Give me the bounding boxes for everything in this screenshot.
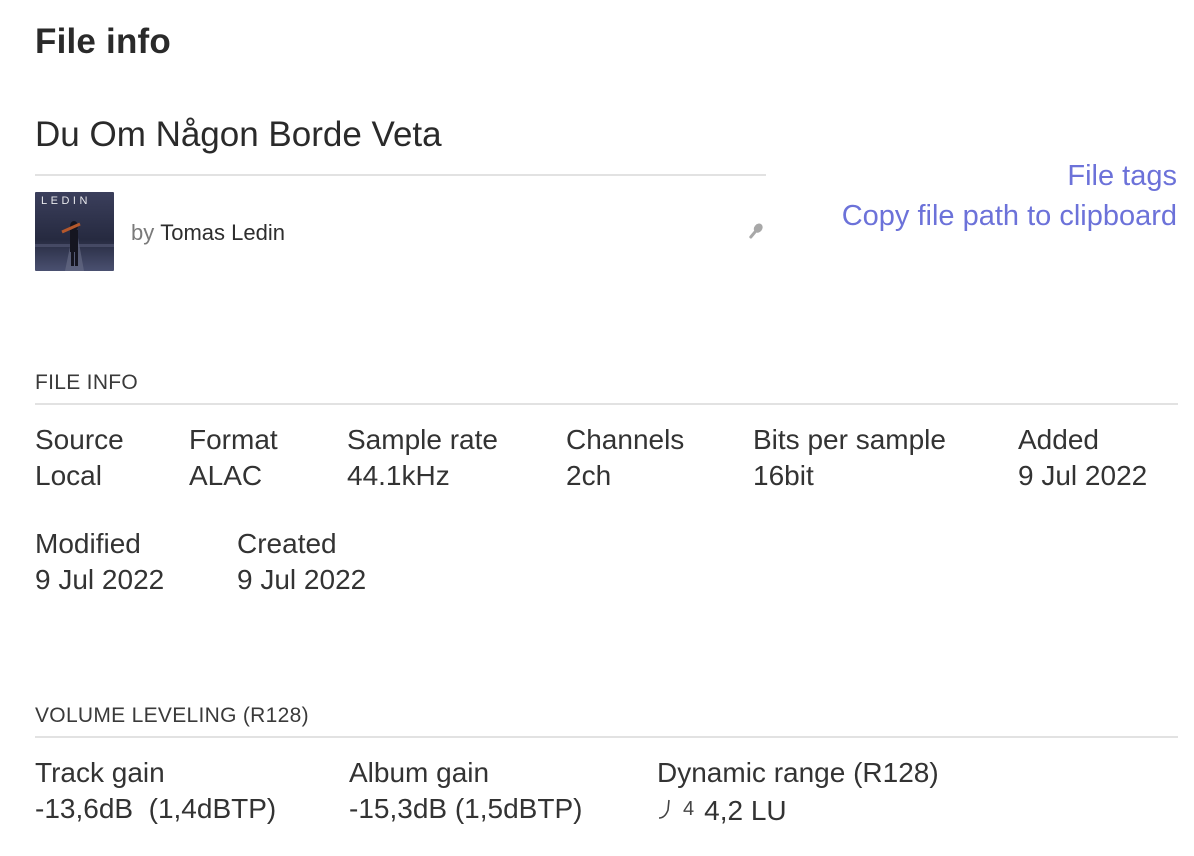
- field-track-gain: Track gain -13,6dB (1,4dBTP): [35, 755, 276, 827]
- dynamic-range-value: 4,2 LU: [704, 795, 787, 826]
- file-info-page: File info Du Om Någon Borde Veta LEDIN b…: [0, 0, 1194, 856]
- field-label: Modified: [35, 528, 141, 559]
- field-value: 44.1kHz: [347, 460, 450, 491]
- field-label: Track gain: [35, 757, 165, 788]
- field-label: Channels: [566, 424, 685, 455]
- cover-text: LEDIN: [41, 195, 91, 207]
- field-bits-per-sample: Bits per sample 16bit: [753, 422, 946, 494]
- field-label: Bits per sample: [753, 424, 946, 455]
- artist-name[interactable]: Tomas Ledin: [160, 220, 285, 245]
- field-source: Source Local: [35, 422, 124, 494]
- dynamic-range-badge-number: 4: [683, 798, 695, 820]
- field-channels: Channels 2ch: [566, 422, 684, 494]
- field-value: -15,3dB (1,5dBTP): [349, 793, 583, 824]
- field-label: Sample rate: [347, 424, 498, 455]
- field-added: Added 9 Jul 2022: [1018, 422, 1147, 494]
- file-info-header: FILE INFO: [35, 371, 139, 394]
- file-info-divider: [35, 403, 1178, 405]
- field-label: Dynamic range (R128): [657, 757, 939, 788]
- album-cover: LEDIN: [35, 192, 114, 271]
- field-value: 9 Jul 2022: [237, 564, 367, 595]
- field-sample-rate: Sample rate 44.1kHz: [347, 422, 498, 494]
- actions-links: File tags Copy file path to clipboard: [842, 156, 1177, 236]
- field-value: 2ch: [566, 460, 612, 491]
- dynamic-range-badge: 4: [657, 791, 694, 827]
- by-label: by: [131, 220, 155, 245]
- file-tags-link[interactable]: File tags: [842, 156, 1177, 196]
- dynamic-range-icon: [658, 799, 670, 819]
- field-value: ALAC: [189, 460, 263, 491]
- field-value: 9 Jul 2022: [1018, 460, 1148, 491]
- field-label: Created: [237, 528, 337, 559]
- microphone-icon[interactable]: [744, 221, 766, 243]
- field-value: 9 Jul 2022: [35, 564, 165, 595]
- field-created: Created 9 Jul 2022: [237, 526, 366, 598]
- field-modified: Modified 9 Jul 2022: [35, 526, 164, 598]
- field-value: 16bit: [753, 460, 814, 491]
- page-title: File info: [35, 22, 171, 61]
- copy-file-path-link[interactable]: Copy file path to clipboard: [842, 196, 1177, 236]
- title-divider: [35, 174, 766, 176]
- track-title: Du Om Någon Borde Veta: [35, 115, 442, 154]
- field-label: Source: [35, 424, 124, 455]
- field-label: Added: [1018, 424, 1099, 455]
- field-album-gain: Album gain -15,3dB (1,5dBTP): [349, 755, 582, 827]
- volume-leveling-divider: [35, 736, 1178, 738]
- artist-line: by Tomas Ledin: [131, 220, 285, 246]
- field-value: Local: [35, 460, 102, 491]
- field-dynamic-range: Dynamic range (R128) 4 4,2 LU: [657, 755, 939, 829]
- field-value: -13,6dB (1,4dBTP): [35, 793, 277, 824]
- field-format: Format ALAC: [189, 422, 278, 494]
- field-label: Format: [189, 424, 278, 455]
- volume-leveling-header: VOLUME LEVELING (R128): [35, 704, 309, 727]
- field-value: 4 4,2 LU: [657, 791, 939, 829]
- field-label: Album gain: [349, 757, 490, 788]
